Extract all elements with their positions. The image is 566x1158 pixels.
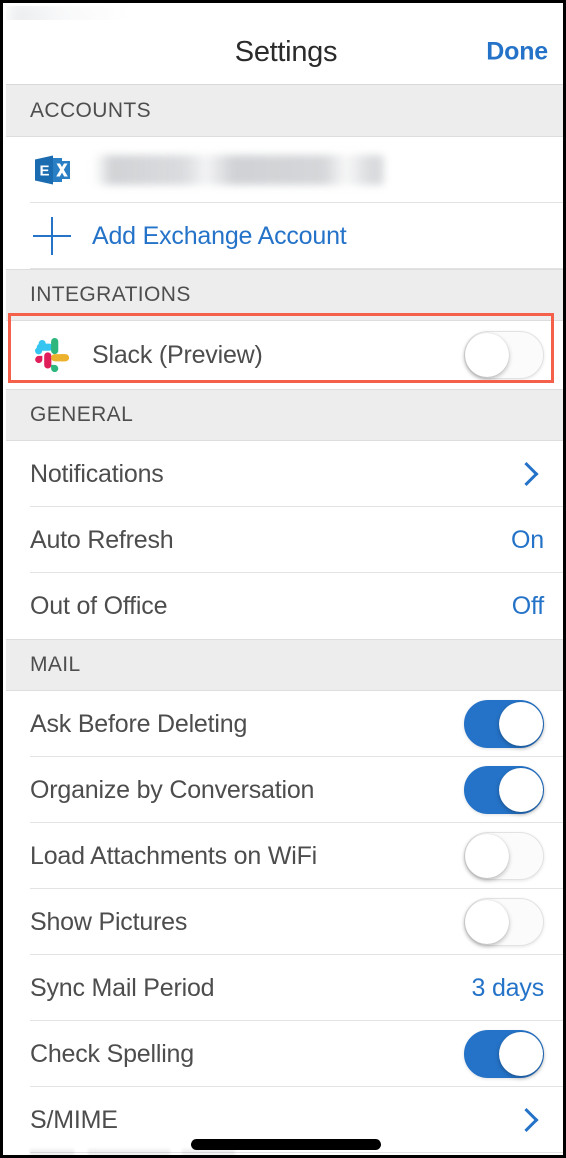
organize-by-conversation-label: Organize by Conversation [30,775,315,804]
slack-integration-row[interactable]: Slack (Preview) [6,321,563,389]
add-exchange-account-row[interactable]: Add Exchange Account [6,203,563,269]
out-of-office-value: Off [511,591,544,620]
exchange-account-row[interactable]: E [6,137,563,203]
toggle-knob [499,768,543,812]
account-email-redacted [94,155,384,185]
done-button[interactable]: Done [486,38,548,67]
notifications-row[interactable]: Notifications [6,441,563,507]
clipped-next-row [30,1149,330,1155]
page-title: Settings [234,35,338,68]
organize-by-conversation-toggle[interactable] [464,766,544,814]
section-header-mail: MAIL [6,639,563,691]
toggle-knob [499,702,543,746]
load-attachments-on-wifi-row[interactable]: Load Attachments on WiFi [6,823,563,889]
section-header-accounts: ACCOUNTS [6,85,563,137]
organize-by-conversation-row[interactable]: Organize by Conversation [6,757,563,823]
chevron-right-icon [518,460,534,488]
slack-icon [30,333,74,377]
notifications-label: Notifications [30,459,164,488]
slack-integration-toggle[interactable] [464,331,544,379]
auto-refresh-row[interactable]: Auto Refresh On [6,507,563,573]
chevron-right-icon [518,1106,534,1134]
ask-before-deleting-toggle[interactable] [464,700,544,748]
out-of-office-label: Out of Office [30,591,168,620]
check-spelling-row[interactable]: Check Spelling [6,1021,563,1087]
status-bar [6,6,563,48]
show-pictures-toggle[interactable] [464,898,544,946]
section-header-integrations: INTEGRATIONS [6,269,563,321]
load-attachments-on-wifi-toggle[interactable] [464,832,544,880]
show-pictures-row[interactable]: Show Pictures [6,889,563,955]
smime-label: S/MIME [30,1105,118,1134]
check-spelling-label: Check Spelling [30,1039,194,1068]
phone-screenshot: Settings Done ACCOUNTS E Add Exchange Ac… [0,0,566,1158]
ask-before-deleting-row[interactable]: Ask Before Deleting [6,691,563,757]
plus-icon [30,214,74,258]
auto-refresh-value: On [511,525,544,554]
section-header-general: GENERAL [6,389,563,441]
sync-mail-period-label: Sync Mail Period [30,973,215,1002]
check-spelling-toggle[interactable] [464,1030,544,1078]
out-of-office-row[interactable]: Out of Office Off [6,573,563,639]
sync-mail-period-row[interactable]: Sync Mail Period 3 days [6,955,563,1021]
svg-text:E: E [40,163,50,180]
toggle-knob [465,834,509,878]
add-exchange-account-label: Add Exchange Account [92,221,347,250]
toggle-knob [499,1032,543,1076]
slack-integration-label: Slack (Preview) [92,340,263,369]
app-screen: Settings Done ACCOUNTS E Add Exchange Ac… [6,6,563,1155]
toggle-knob [465,900,509,944]
home-indicator[interactable] [191,1139,381,1150]
load-attachments-on-wifi-label: Load Attachments on WiFi [30,841,318,870]
auto-refresh-label: Auto Refresh [30,525,174,554]
sync-mail-period-value: 3 days [471,973,545,1002]
show-pictures-label: Show Pictures [30,907,188,936]
ask-before-deleting-label: Ask Before Deleting [30,709,248,738]
toggle-knob [465,333,509,377]
row-separator [30,268,563,269]
navigation-bar: Settings Done [6,20,563,84]
exchange-icon: E [30,148,74,192]
